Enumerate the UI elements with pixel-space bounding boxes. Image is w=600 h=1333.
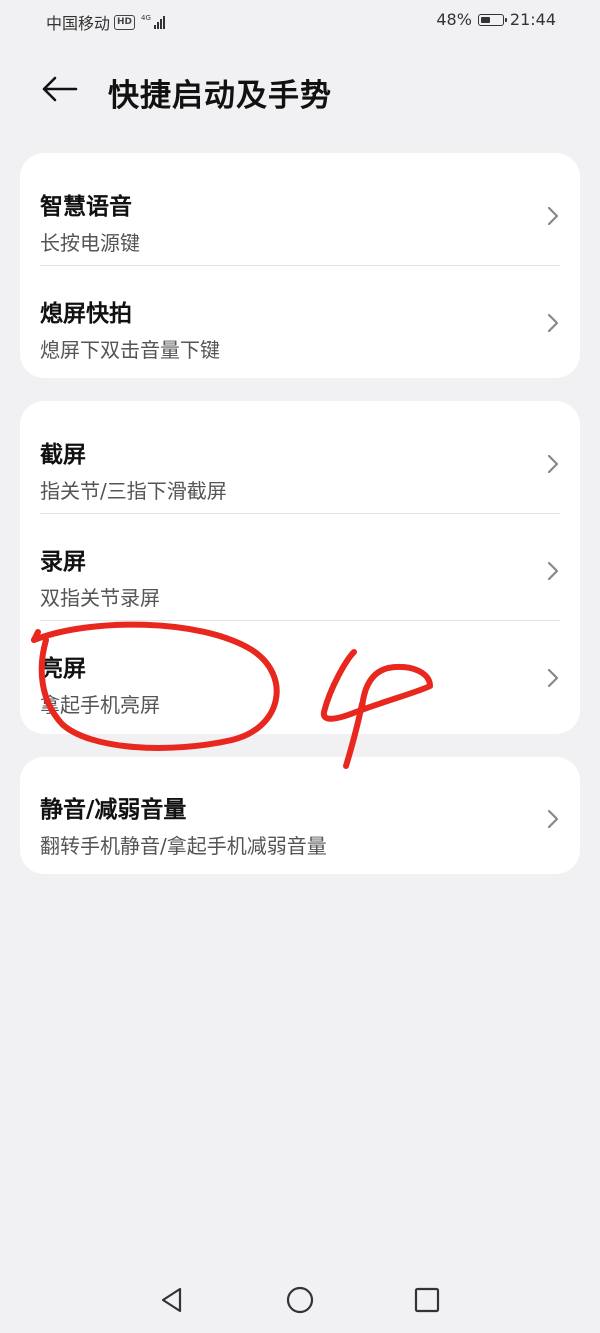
item-title: 熄屏快拍 xyxy=(40,301,132,327)
chevron-right-icon xyxy=(547,313,559,333)
setting-item-snap-photo[interactable]: 熄屏快拍 熄屏下双击音量下键 xyxy=(20,266,580,373)
status-right: 48% 21:44 xyxy=(436,10,556,29)
header: 快捷启动及手势 xyxy=(0,62,600,118)
circle-home-icon[interactable] xyxy=(285,1285,315,1315)
item-subtitle: 翻转手机静音/拿起手机减弱音量 xyxy=(40,834,327,858)
settings-group-2: 截屏 指关节/三指下滑截屏 录屏 双指关节录屏 亮屏 拿起手机亮屏 xyxy=(20,401,580,734)
signal-icon: 4G xyxy=(141,15,165,29)
item-title: 截屏 xyxy=(40,442,86,468)
chevron-right-icon xyxy=(547,206,559,226)
status-bar: 中国移动 HD 4G 48% 21:44 xyxy=(0,0,600,40)
item-subtitle: 长按电源键 xyxy=(40,231,140,255)
settings-group-1: 智慧语音 长按电源键 熄屏快拍 熄屏下双击音量下键 xyxy=(20,153,580,378)
battery-percent: 48% xyxy=(436,10,472,29)
triangle-back-icon[interactable] xyxy=(157,1285,187,1315)
chevron-right-icon xyxy=(547,809,559,829)
setting-item-screenshot[interactable]: 截屏 指关节/三指下滑截屏 xyxy=(20,407,580,514)
carrier-name: 中国移动 xyxy=(46,14,111,33)
item-subtitle: 指关节/三指下滑截屏 xyxy=(40,479,227,503)
arrow-left-icon[interactable] xyxy=(40,74,78,104)
settings-group-3: 静音/减弱音量 翻转手机静音/拿起手机减弱音量 xyxy=(20,757,580,874)
network-type: 4G xyxy=(141,14,151,22)
setting-item-wake-screen[interactable]: 亮屏 拿起手机亮屏 xyxy=(20,621,580,728)
setting-item-screen-record[interactable]: 录屏 双指关节录屏 xyxy=(20,514,580,621)
setting-item-mute-volume[interactable]: 静音/减弱音量 翻转手机静音/拿起手机减弱音量 xyxy=(20,762,580,869)
carrier-group: 中国移动 HD 4G xyxy=(46,10,165,34)
page-title: 快捷启动及手势 xyxy=(108,78,332,114)
chevron-right-icon xyxy=(547,454,559,474)
item-subtitle: 双指关节录屏 xyxy=(40,586,160,610)
item-title: 录屏 xyxy=(40,549,86,575)
setting-item-smart-voice[interactable]: 智慧语音 长按电源键 xyxy=(20,159,580,266)
chevron-right-icon xyxy=(547,561,559,581)
clock: 21:44 xyxy=(509,10,556,29)
item-subtitle: 熄屏下双击音量下键 xyxy=(40,338,220,362)
item-title: 静音/减弱音量 xyxy=(40,797,187,823)
battery-fill xyxy=(480,16,490,23)
navigation-bar xyxy=(0,1275,600,1325)
hd-badge: HD xyxy=(114,14,136,30)
item-subtitle: 拿起手机亮屏 xyxy=(40,693,160,717)
square-recents-icon[interactable] xyxy=(412,1285,442,1315)
chevron-right-icon xyxy=(547,668,559,688)
battery-icon xyxy=(477,13,507,26)
item-title: 智慧语音 xyxy=(40,194,132,220)
item-title: 亮屏 xyxy=(40,656,86,682)
